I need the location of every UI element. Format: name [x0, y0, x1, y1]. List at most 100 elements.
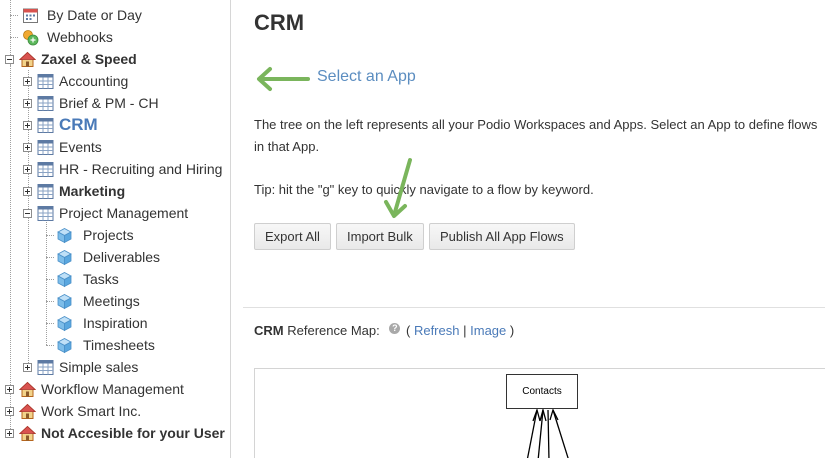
app-grid-icon — [37, 359, 54, 376]
help-icon[interactable]: ? — [389, 323, 401, 334]
reference-map-label: Reference Map: — [287, 323, 380, 338]
tree-item-label: HR - Recruiting and Hiring — [59, 161, 223, 177]
tree-item-webhooks[interactable]: Webhooks — [22, 26, 113, 48]
tree-item-projects[interactable]: Projects — [56, 224, 134, 246]
expand-toggle[interactable] — [23, 186, 32, 196]
house-icon — [19, 51, 36, 68]
tree-item-deliverables[interactable]: Deliverables — [56, 246, 160, 268]
tree-item-meetings[interactable]: Meetings — [56, 290, 140, 312]
tree-item-label: By Date or Day — [47, 7, 142, 23]
app-grid-icon — [37, 95, 54, 112]
tree-item-label: Meetings — [83, 293, 140, 309]
tree-item-label: CRM — [59, 115, 98, 134]
import-bulk-button[interactable]: Import Bulk — [336, 223, 424, 250]
tree-guide-line — [46, 279, 54, 280]
tree-item-label: Simple sales — [59, 359, 139, 375]
tree-item-marketing[interactable]: Marketing — [23, 180, 125, 202]
tree-item-brief-pm-ch[interactable]: Brief & PM - CH — [23, 92, 159, 114]
workspace-tree: By Date or Day Webhooks Zaxel & Speed Ac… — [0, 0, 231, 458]
reference-map-app-name: CRM — [254, 323, 284, 338]
tree-item-label: Deliverables — [83, 249, 161, 265]
cube-icon — [56, 315, 73, 332]
select-app-prompt: Select an App — [317, 68, 416, 85]
tree-guide-line — [46, 222, 47, 345]
expand-toggle[interactable] — [23, 120, 32, 130]
open-paren: ( — [405, 323, 411, 338]
expand-toggle[interactable] — [23, 98, 32, 108]
tree-item-label: Workflow Management — [41, 381, 184, 397]
tree-item-label: Work Smart Inc. — [41, 403, 142, 419]
tree-guide-line — [46, 235, 54, 236]
down-arrow-icon — [384, 158, 412, 218]
tree-item-tasks[interactable]: Tasks — [56, 268, 119, 290]
left-arrow-icon — [257, 67, 310, 91]
app-grid-icon — [37, 117, 54, 134]
tree-item-label: Events — [59, 139, 102, 155]
expand-toggle[interactable] — [5, 384, 14, 394]
cube-icon — [56, 249, 73, 266]
app-grid-icon — [37, 73, 54, 90]
tree-item-work-smart-inc[interactable]: Work Smart Inc. — [5, 400, 141, 422]
tree-item-label: Project Management — [59, 205, 189, 221]
expand-toggle[interactable] — [23, 76, 32, 86]
tree-item-label: Not Accesible for your User — [41, 425, 225, 441]
tree-item-inspiration[interactable]: Inspiration — [56, 312, 148, 334]
map-node-contacts[interactable]: Contacts — [506, 374, 578, 409]
tree-item-zaxel-speed[interactable]: Zaxel & Speed — [5, 48, 137, 70]
tree-item-timesheets[interactable]: Timesheets — [56, 334, 155, 356]
export-all-button[interactable]: Export All — [254, 223, 331, 250]
section-divider — [243, 307, 825, 308]
collapse-toggle[interactable] — [23, 208, 32, 218]
link-separator: | — [463, 323, 467, 338]
tree-item-by-date-or-day[interactable]: By Date or Day — [22, 4, 142, 26]
expand-toggle[interactable] — [23, 164, 32, 174]
tree-item-label: Projects — [83, 227, 134, 243]
tree-item-hr-recruiting[interactable]: HR - Recruiting and Hiring — [23, 158, 222, 180]
expand-toggle[interactable] — [23, 142, 32, 152]
tree-item-label: Tasks — [83, 271, 119, 287]
house-icon — [19, 425, 36, 442]
tree-item-label: Brief & PM - CH — [59, 95, 159, 111]
tree-guide-line — [46, 323, 54, 324]
app-grid-icon — [37, 161, 54, 178]
main-panel: CRM Select an App The tree on the left r… — [243, 0, 825, 458]
publish-all-flows-button[interactable]: Publish All App Flows — [429, 223, 575, 250]
page-title: CRM — [254, 10, 305, 35]
tree-item-not-accessible[interactable]: Not Accesible for your User — [5, 422, 225, 444]
app-grid-icon — [37, 183, 54, 200]
calendar-icon — [22, 7, 39, 24]
cube-icon — [56, 227, 73, 244]
tree-guide-line — [46, 301, 54, 302]
tree-item-events[interactable]: Events — [23, 136, 102, 158]
tree-item-workflow-management[interactable]: Workflow Management — [5, 378, 184, 400]
reference-map-header: CRM Reference Map: ? ( Refresh | Image ) — [254, 323, 514, 338]
expand-toggle[interactable] — [5, 428, 14, 438]
cube-icon — [56, 271, 73, 288]
tree-item-label: Accounting — [59, 73, 129, 89]
reference-map-canvas: Contacts — [254, 368, 825, 458]
house-icon — [19, 403, 36, 420]
image-link[interactable]: Image — [470, 323, 506, 338]
expand-toggle[interactable] — [5, 406, 14, 416]
webhook-icon — [22, 29, 39, 46]
tree-item-crm[interactable]: CRM — [23, 114, 98, 136]
tree-guide-line — [10, 15, 18, 16]
cube-icon — [56, 293, 73, 310]
refresh-link[interactable]: Refresh — [414, 323, 460, 338]
tree-guide-line — [46, 257, 54, 258]
tree-item-accounting[interactable]: Accounting — [23, 70, 128, 92]
tree-item-simple-sales[interactable]: Simple sales — [23, 356, 138, 378]
tree-item-label: Timesheets — [83, 337, 155, 353]
instructions-text: The tree on the left represents all your… — [254, 117, 818, 154]
tree-item-project-management[interactable]: Project Management — [23, 202, 188, 224]
cube-icon — [56, 337, 73, 354]
tree-item-label: Webhooks — [47, 29, 113, 45]
tree-guide-line — [46, 345, 54, 346]
house-icon — [19, 381, 36, 398]
collapse-toggle[interactable] — [5, 54, 14, 64]
expand-toggle[interactable] — [23, 362, 32, 372]
close-paren: ) — [509, 323, 515, 338]
tree-guide-line — [10, 37, 18, 38]
tip-text: Tip: hit the "g" key to quickly navigate… — [254, 182, 594, 197]
app-grid-icon — [37, 205, 54, 222]
